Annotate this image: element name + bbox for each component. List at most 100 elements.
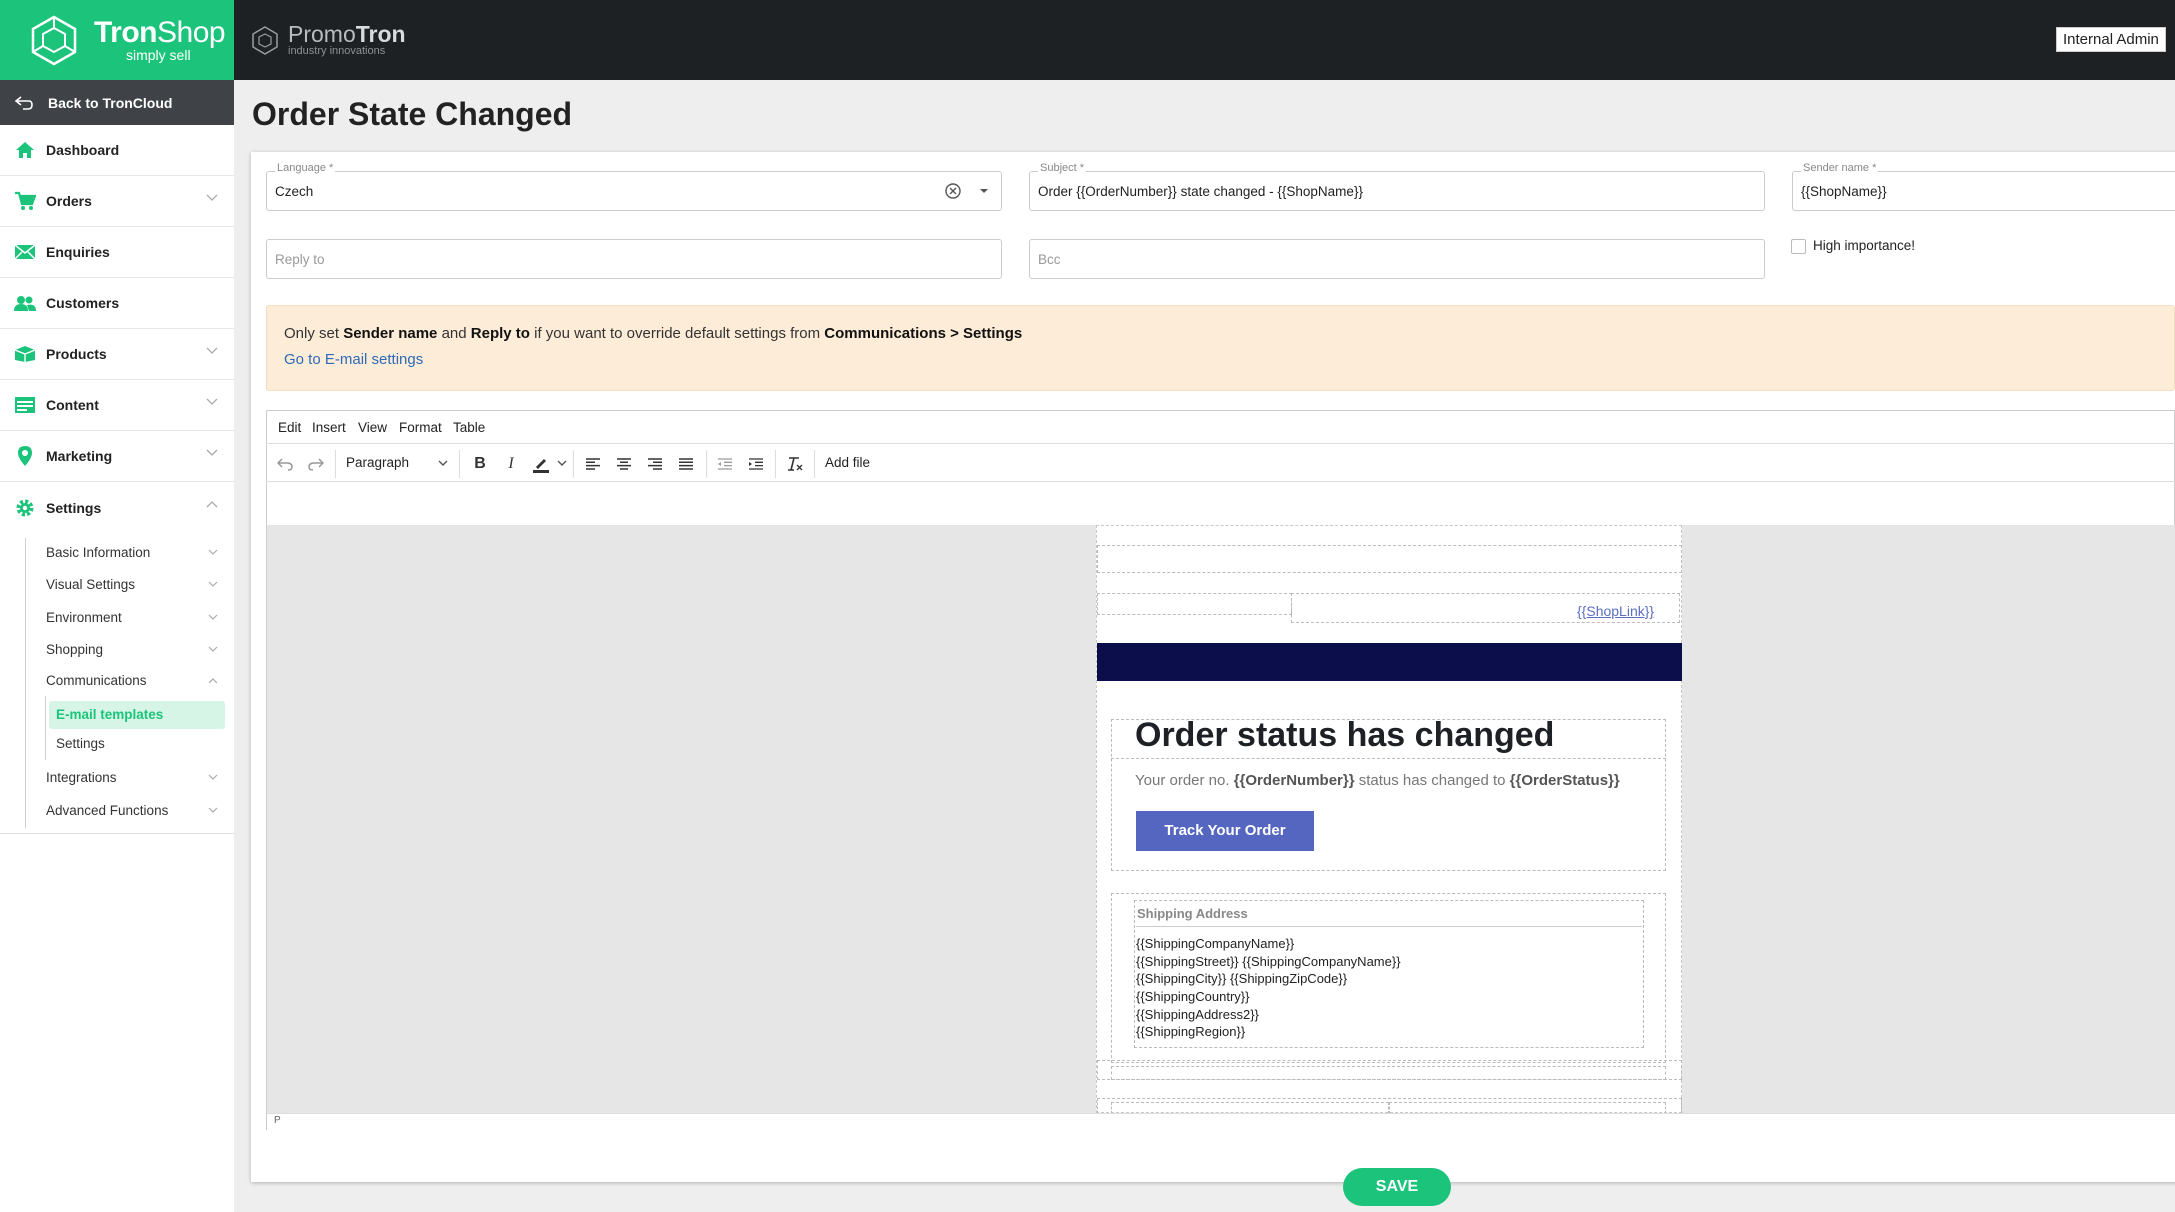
language-select[interactable]: Language * Czech (266, 162, 1002, 211)
notice-text: Only set Sender name and Reply to if you… (284, 325, 1022, 342)
chevron-down-icon (206, 449, 218, 456)
users-icon (14, 292, 36, 314)
highlight-icon[interactable] (530, 453, 552, 475)
sidebar-sub-communications-settings[interactable]: Settings (56, 736, 105, 751)
high-importance-checkbox[interactable] (1791, 239, 1806, 254)
sidebar-sub-email-templates[interactable]: E-mail templates (49, 701, 225, 729)
italic-icon[interactable]: I (500, 453, 522, 475)
menu-edit[interactable]: Edit (278, 420, 301, 435)
sidebar-item-label: Products (46, 346, 107, 362)
chevron-down-icon[interactable] (438, 460, 448, 467)
sidebar-item-customers[interactable]: Customers (0, 278, 234, 329)
promo-name-bold: Tron (355, 21, 406, 47)
undo-icon[interactable] (274, 453, 296, 475)
sidebar-sub-shopping[interactable]: Shopping (46, 638, 222, 662)
chevron-down-icon (206, 398, 218, 405)
sidebar-item-marketing[interactable]: Marketing (0, 431, 234, 482)
align-left-icon[interactable] (582, 453, 604, 475)
language-label: Language * (275, 162, 336, 174)
override-notice (266, 305, 2175, 391)
shipping-address-title: Shipping Address (1137, 906, 1248, 921)
sidebar-item-orders[interactable]: Orders (0, 176, 234, 227)
sidebar-sub-environment[interactable]: Environment (46, 606, 222, 630)
sidebar-sub-communications[interactable]: Communications (46, 669, 222, 693)
shipping-line: {{ShippingRegion}} (1136, 1024, 1246, 1039)
sidebar-sub-label: Advanced Functions (46, 803, 169, 818)
align-center-icon[interactable] (613, 453, 635, 475)
reply-to-placeholder: Reply to (275, 252, 325, 267)
chevron-down-icon (208, 581, 218, 587)
chevron-down-icon (206, 347, 218, 354)
sidebar-item-label: Enquiries (46, 244, 110, 260)
status-block-divider (1111, 758, 1666, 759)
bcc-placeholder: Bcc (1038, 252, 1061, 267)
save-button[interactable]: SAVE (1343, 1168, 1451, 1206)
subject-field[interactable]: Subject * Order {{OrderNumber}} state ch… (1029, 162, 1765, 211)
high-importance-label: High importance! (1813, 238, 1916, 253)
status-text: Your order no. (1135, 772, 1234, 789)
outdent-icon[interactable] (714, 453, 736, 475)
notice-bold: Sender name (343, 325, 438, 342)
email-heading: Order status has changed (1135, 716, 1555, 754)
sidebar-sub-visual-settings[interactable]: Visual Settings (46, 573, 222, 597)
back-arrow-icon (14, 95, 33, 110)
indent-icon[interactable] (745, 453, 767, 475)
block-format-select[interactable]: Paragraph (346, 455, 409, 470)
user-menu-button[interactable]: Internal Admin (2056, 27, 2166, 52)
shop-link[interactable]: {{ShopLink}} (1577, 603, 1654, 619)
shipping-line: {{ShippingCompanyName}} (1136, 936, 1295, 951)
dropdown-arrow-icon[interactable] (979, 188, 989, 194)
add-file-button[interactable]: Add file (825, 455, 870, 470)
sidebar-item-dashboard[interactable]: Dashboard (0, 125, 234, 176)
sidebar-item-enquiries[interactable]: Enquiries (0, 227, 234, 278)
order-status: {{OrderStatus}} (1509, 772, 1620, 789)
shipping-divider (1136, 926, 1642, 927)
sidebar-item-label: Dashboard (46, 142, 120, 158)
email-header-bar (1097, 643, 1682, 681)
status-message: Your order no. {{OrderNumber}} status ha… (1135, 772, 1620, 789)
toolbar-separator (706, 450, 707, 478)
bcc-field[interactable]: Bcc (1029, 239, 1765, 279)
menu-format[interactable]: Format (399, 420, 442, 435)
chevron-down-icon[interactable] (557, 460, 567, 467)
tronshop-logo[interactable]: TronShop simply sell (0, 0, 234, 80)
promotron-cube-icon (252, 26, 278, 55)
clear-icon[interactable] (945, 183, 961, 199)
notice-part: and (437, 325, 471, 342)
align-justify-icon[interactable] (675, 453, 697, 475)
track-order-button[interactable]: Track Your Order (1136, 811, 1314, 851)
menu-insert[interactable]: Insert (312, 420, 346, 435)
brand-tagline: simply sell (126, 47, 191, 63)
status-text: status has changed to (1354, 772, 1510, 789)
chevron-down-icon (208, 807, 218, 813)
clear-formatting-icon[interactable] (784, 453, 806, 475)
sidebar-item-settings[interactable]: Settings (0, 482, 234, 533)
element-path[interactable]: P (274, 1115, 281, 1126)
toolbar-separator (335, 450, 336, 478)
sidebar-sub-basic-information[interactable]: Basic Information (46, 541, 222, 565)
chevron-up-icon (206, 501, 218, 508)
sidebar-sub-label: Environment (46, 610, 122, 625)
promo-name-light: Promo (288, 21, 356, 47)
chevron-down-icon (208, 774, 218, 780)
menu-view[interactable]: View (358, 420, 387, 435)
sidebar-sub-label: Communications (46, 673, 147, 688)
sidebar-sub-advanced-functions[interactable]: Advanced Functions (46, 799, 222, 823)
redo-icon[interactable] (305, 453, 327, 475)
align-right-icon[interactable] (644, 453, 666, 475)
preheader-block (1097, 545, 1682, 573)
menu-table[interactable]: Table (453, 420, 485, 435)
reply-to-field[interactable]: Reply to (266, 239, 1002, 279)
back-label: Back to TronCloud (48, 94, 173, 111)
email-settings-link[interactable]: Go to E-mail settings (284, 351, 423, 368)
editor-statusbar (267, 1113, 2175, 1130)
toolbar-separator (814, 450, 815, 478)
sender-name-field[interactable]: Sender name * {{ShopName}} (1792, 162, 2175, 211)
back-to-troncloud-link[interactable]: Back to TronCloud (0, 80, 234, 125)
sidebar-sub-integrations[interactable]: Integrations (46, 766, 222, 790)
bold-icon[interactable]: B (469, 453, 491, 475)
sidebar-item-products[interactable]: Products (0, 329, 234, 380)
order-number: {{OrderNumber}} (1233, 772, 1355, 789)
sidebar-item-content[interactable]: Content (0, 380, 234, 431)
sidebar-item-label: Marketing (46, 448, 113, 464)
